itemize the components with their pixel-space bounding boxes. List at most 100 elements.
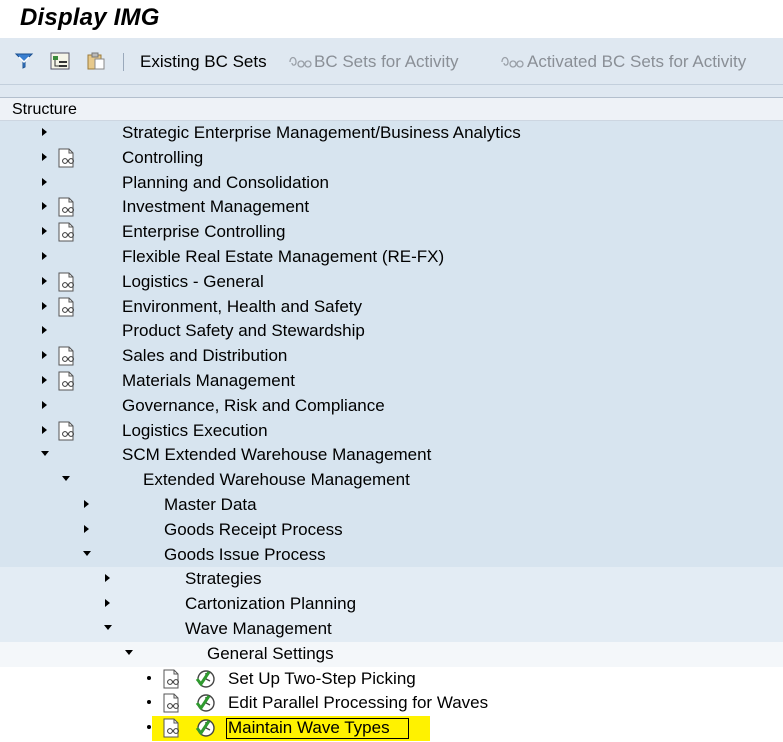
- toolbar-separator: [123, 53, 124, 71]
- tree-node-label[interactable]: Master Data: [164, 495, 257, 515]
- tree-row[interactable]: Investment Management: [0, 195, 783, 221]
- tree-node-label[interactable]: Logistics Execution: [122, 421, 268, 441]
- tree-node-label[interactable]: Flexible Real Estate Management (RE-FX): [122, 247, 444, 267]
- tree-node-label[interactable]: Goods Issue Process: [164, 545, 326, 565]
- expand-node-icon[interactable]: [40, 225, 50, 237]
- tree-row[interactable]: Environment, Health and Safety: [0, 294, 783, 320]
- tree-node-label[interactable]: Sales and Distribution: [122, 346, 287, 366]
- tree-node-label[interactable]: Extended Warehouse Management: [143, 470, 410, 490]
- execute-activity-icon[interactable]: [195, 717, 217, 738]
- tree-node-label[interactable]: Logistics - General: [122, 272, 264, 292]
- documentation-icon[interactable]: [161, 718, 183, 738]
- expand-node-icon[interactable]: [103, 597, 113, 609]
- page-title: Display IMG: [20, 4, 160, 31]
- collapse-node-icon[interactable]: [103, 622, 113, 634]
- expand-node-icon[interactable]: [40, 374, 50, 386]
- expand-node-icon[interactable]: [40, 424, 50, 436]
- tree-row[interactable]: Wave Management: [0, 617, 783, 642]
- tree-row[interactable]: Governance, Risk and Compliance: [0, 393, 783, 419]
- tree-node-label[interactable]: Maintain Wave Types: [228, 718, 390, 738]
- tree-node-label[interactable]: Product Safety and Stewardship: [122, 321, 365, 341]
- tree-row[interactable]: Logistics - General: [0, 269, 783, 295]
- documentation-icon[interactable]: [56, 346, 78, 366]
- tree-node-label[interactable]: Governance, Risk and Compliance: [122, 396, 385, 416]
- execute-activity-icon[interactable]: [195, 668, 217, 689]
- tree-row[interactable]: Goods Receipt Process: [0, 517, 783, 543]
- expand-node-icon[interactable]: [82, 523, 92, 535]
- tree-node-label[interactable]: SCM Extended Warehouse Management: [122, 445, 431, 465]
- documentation-icon[interactable]: [161, 669, 183, 689]
- activated-bc-sets-for-activity-button[interactable]: Activated BC Sets for Activity: [527, 52, 746, 72]
- tree-node-label[interactable]: Controlling: [122, 148, 203, 168]
- expand-node-icon[interactable]: [40, 151, 50, 163]
- tree-node-label[interactable]: Wave Management: [185, 619, 332, 639]
- collapse-node-icon[interactable]: [40, 448, 50, 460]
- tree-row[interactable]: Enterprise Controlling: [0, 220, 783, 246]
- tree-node-label[interactable]: Cartonization Planning: [185, 594, 356, 614]
- documentation-icon[interactable]: [161, 693, 183, 713]
- tree-row[interactable]: Extended Warehouse Management: [0, 468, 783, 494]
- tree-node-label[interactable]: Planning and Consolidation: [122, 173, 329, 193]
- tree-node-label[interactable]: Edit Parallel Processing for Waves: [228, 693, 488, 713]
- tree-node-label[interactable]: Set Up Two-Step Picking: [228, 669, 416, 689]
- expand-node-icon[interactable]: [40, 250, 50, 262]
- expand-node-icon[interactable]: [40, 349, 50, 361]
- expand-node-icon[interactable]: [40, 300, 50, 312]
- tree-node-label[interactable]: Strategic Enterprise Management/Business…: [122, 123, 521, 143]
- collapse-node-icon[interactable]: [82, 548, 92, 560]
- expand-node-icon[interactable]: [40, 126, 50, 138]
- expand-node-icon[interactable]: [103, 572, 113, 584]
- documentation-icon[interactable]: [56, 148, 78, 168]
- expand-node-icon[interactable]: [40, 200, 50, 212]
- tree-node-label[interactable]: Environment, Health and Safety: [122, 297, 362, 317]
- tree-node-label[interactable]: Strategies: [185, 569, 262, 589]
- clipboard-icon[interactable]: [86, 52, 106, 70]
- tree-row[interactable]: Materials Management: [0, 369, 783, 394]
- collapse-node-icon[interactable]: [61, 473, 71, 485]
- structure-header-label: Structure: [12, 101, 77, 118]
- tree-row[interactable]: SCM Extended Warehouse Management: [0, 443, 783, 469]
- tree-row[interactable]: Planning and Consolidation: [0, 170, 783, 196]
- structure-expand-icon[interactable]: [50, 52, 70, 70]
- documentation-icon[interactable]: [56, 222, 78, 242]
- collapse-node-icon[interactable]: [124, 647, 134, 659]
- expand-node-icon[interactable]: [40, 399, 50, 411]
- execute-activity-icon[interactable]: [195, 692, 217, 713]
- structure-column-header: Structure: [0, 97, 783, 121]
- tree-row[interactable]: Controlling: [0, 145, 783, 171]
- tree-row[interactable]: Edit Parallel Processing for Waves: [0, 691, 783, 717]
- tree-node-label[interactable]: Enterprise Controlling: [122, 222, 285, 242]
- expand-node-icon[interactable]: [40, 324, 50, 336]
- tree-row[interactable]: Sales and Distribution: [0, 344, 783, 370]
- tree-row[interactable]: Logistics Execution: [0, 418, 783, 444]
- tree-node-label[interactable]: General Settings: [207, 644, 334, 664]
- expand-node-icon[interactable]: [82, 498, 92, 510]
- documentation-icon[interactable]: [56, 371, 78, 391]
- tree-row[interactable]: Product Safety and Stewardship: [0, 319, 783, 345]
- expand-node-icon[interactable]: [40, 176, 50, 188]
- tree-row[interactable]: Strategies: [0, 567, 783, 593]
- expand-node-icon[interactable]: [40, 275, 50, 287]
- bc-set-icon: [289, 56, 312, 68]
- tree-node-label[interactable]: Goods Receipt Process: [164, 520, 343, 540]
- tree-row[interactable]: Set Up Two-Step Picking: [0, 666, 783, 692]
- tree-row[interactable]: Strategic Enterprise Management/Business…: [0, 121, 783, 146]
- leaf-bullet-icon: [147, 700, 151, 705]
- bc-sets-for-activity-button[interactable]: BC Sets for Activity: [314, 52, 459, 72]
- tree-row[interactable]: Flexible Real Estate Management (RE-FX): [0, 245, 783, 270]
- documentation-icon[interactable]: [56, 297, 78, 317]
- tree-node-label[interactable]: Materials Management: [122, 371, 295, 391]
- leaf-bullet-icon: [147, 675, 151, 680]
- existing-bc-sets-button[interactable]: Existing BC Sets: [140, 52, 267, 72]
- tree-row[interactable]: Maintain Wave Types: [0, 716, 783, 742]
- filter-funnel-icon[interactable]: [14, 52, 34, 70]
- tree-node-label[interactable]: Investment Management: [122, 197, 309, 217]
- documentation-icon[interactable]: [56, 272, 78, 292]
- documentation-icon[interactable]: [56, 421, 78, 441]
- documentation-icon[interactable]: [56, 197, 78, 217]
- tree-row[interactable]: Cartonization Planning: [0, 592, 783, 618]
- leaf-bullet-icon: [147, 725, 151, 730]
- tree-row[interactable]: General Settings: [0, 641, 783, 667]
- tree-row[interactable]: Goods Issue Process: [0, 542, 783, 568]
- tree-row[interactable]: Master Data: [0, 493, 783, 518]
